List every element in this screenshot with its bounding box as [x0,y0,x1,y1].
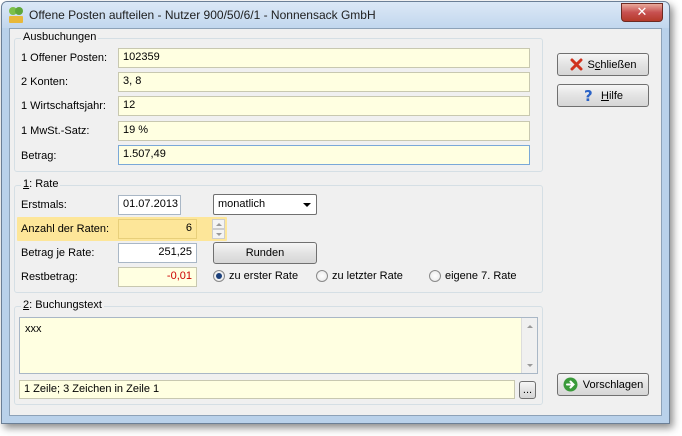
radio-selected-icon [213,270,225,282]
restbetrag-label: Restbetrag: [21,271,78,283]
ausbuchungen-group-label: Ausbuchungen [21,31,99,43]
rate-group-label: 1: Rate [21,178,61,190]
vorschlagen-button[interactable]: Vorschlagen [557,373,649,396]
close-x-icon [570,58,583,71]
buchungstext-group: 2: Buchungstext xxx 1 Zeile; 3 Zeichen i… [14,299,543,405]
app-icon [8,6,24,24]
chevron-down-icon [303,203,311,207]
erstmals-label: Erstmals: [21,199,67,211]
buchungstext-textarea[interactable]: xxx [19,317,538,374]
vertical-scrollbar[interactable] [521,318,537,373]
ellipsis-button[interactable]: ... [519,381,536,399]
offener-posten-field[interactable]: 102359 [118,48,530,68]
ausbuchungen-group: Ausbuchungen 1 Offener Posten: 102359 2 … [14,31,543,172]
restbetrag-field: -0,01 [118,267,197,287]
dialog-client: Ausbuchungen 1 Offener Posten: 102359 2 … [9,28,662,416]
anzahl-raten-spinner[interactable] [212,219,225,239]
help-question-icon: ? [583,88,596,103]
interval-select-value: monatlich [218,198,266,210]
radio-eigene-rate[interactable]: eigene 7. Rate [429,270,517,282]
close-icon: ✕ [636,5,648,20]
window-close-button[interactable]: ✕ [621,3,663,22]
mwst-satz-field[interactable]: 19 % [118,121,530,141]
konten-field[interactable]: 3, 8 [118,72,530,92]
buchungstext-status: 1 Zeile; 3 Zeichen in Zeile 1 [19,380,515,399]
runden-button[interactable]: Runden [213,242,317,264]
hilfe-button[interactable]: ? Hilfe [557,84,649,107]
title-bar: Offene Posten aufteilen - Nutzer 900/50/… [2,2,669,28]
betrag-field[interactable]: 1.507,49 [118,145,530,165]
anzahl-raten-field[interactable]: 6 [118,219,197,239]
scroll-down-icon[interactable] [522,357,538,373]
hilfe-button-label: Hilfe [600,89,623,102]
schliessen-button-label: Schließen [587,58,637,71]
wirtschaftsjahr-field[interactable]: 12 [118,96,530,116]
anzahl-raten-label: Anzahl der Raten: [21,223,110,235]
spin-down-icon[interactable] [212,229,225,239]
window-title: Offene Posten aufteilen - Nutzer 900/50/… [29,8,376,22]
radio-zu-erster-rate[interactable]: zu erster Rate [213,270,298,282]
vorschlagen-button-label: Vorschlagen [582,378,644,391]
radio-zu-letzter-rate[interactable]: zu letzter Rate [316,270,403,282]
scroll-up-icon[interactable] [522,318,538,334]
schliessen-button[interactable]: Schließen [557,53,649,76]
dialog-window: Offene Posten aufteilen - Nutzer 900/50/… [1,1,670,424]
radio-unselected-icon [429,270,441,282]
wirtschaftsjahr-label: 1 Wirtschaftsjahr: [21,100,106,112]
rate-group: 1: Rate Erstmals: 01.07.2013 monatlich A… [14,178,543,293]
mwst-satz-label: 1 MwSt.-Satz: [21,125,90,137]
betrag-je-rate-label: Betrag je Rate: [21,247,95,259]
radio-unselected-icon [316,270,328,282]
svg-text:?: ? [584,88,593,103]
interval-select[interactable]: monatlich [213,194,317,215]
offener-posten-label: 1 Offener Posten: [21,52,108,64]
runden-button-label: Runden [245,247,285,259]
betrag-label: Betrag: [21,150,57,162]
erstmals-date-field[interactable]: 01.07.2013 [118,195,181,215]
buchungstext-content: xxx [25,323,42,335]
arrow-right-icon [563,377,578,392]
konten-label: 2 Konten: [21,76,69,88]
buchungstext-group-label: 2: Buchungstext [21,299,104,311]
spin-up-icon[interactable] [212,219,225,229]
betrag-je-rate-field[interactable]: 251,25 [118,243,197,263]
ellipsis-button-label: ... [522,384,533,396]
